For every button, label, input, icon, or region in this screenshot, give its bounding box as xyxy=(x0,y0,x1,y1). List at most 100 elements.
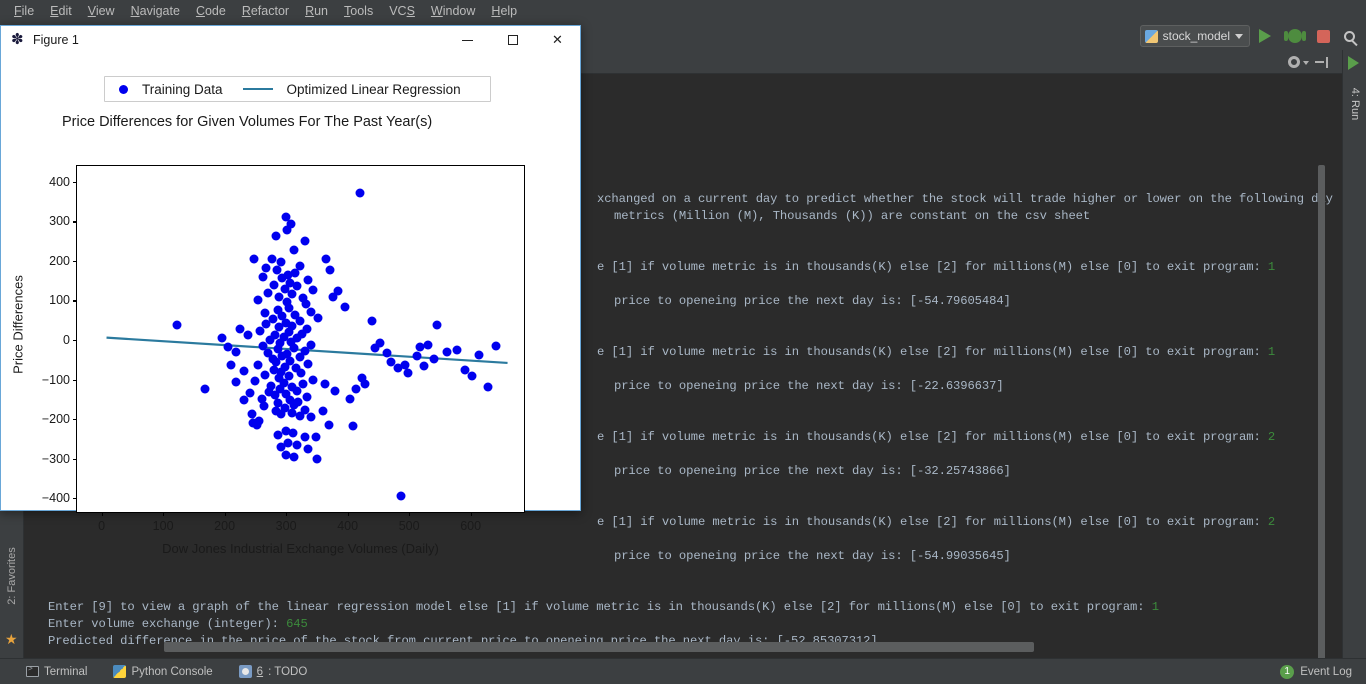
console-line: xchanged on a current day to predict whe… xyxy=(597,192,1333,206)
chart-y-tick-mark xyxy=(73,340,77,342)
chart-data-point xyxy=(351,384,361,394)
chart-data-point xyxy=(231,377,241,387)
menu-item-edit[interactable]: Edit xyxy=(42,1,80,21)
menu-item-navigate[interactable]: Navigate xyxy=(123,1,188,21)
debug-button[interactable] xyxy=(1284,27,1306,45)
chart-data-point xyxy=(312,454,322,464)
chart-x-tick-label: 400 xyxy=(337,519,359,533)
star-icon[interactable]: ★ xyxy=(5,632,19,646)
regression-line-layer xyxy=(106,336,508,365)
chart-data-point xyxy=(321,254,331,264)
console-line: price to openeing price the next day is:… xyxy=(614,464,1011,478)
chart-data-point xyxy=(226,360,236,370)
chevron-down-icon[interactable] xyxy=(1303,61,1309,65)
chart-x-tick-label: 100 xyxy=(152,519,174,533)
statusbar-python-console-label: Python Console xyxy=(131,665,213,678)
legend-label-regression: Optimized Linear Regression xyxy=(286,81,461,97)
gear-icon[interactable] xyxy=(1288,56,1300,68)
play-icon xyxy=(1348,56,1359,70)
window-controls: ✕ xyxy=(445,26,580,54)
console-vertical-scrollbar-track[interactable] xyxy=(1318,105,1334,684)
play-icon xyxy=(1259,29,1271,43)
chart-data-point xyxy=(333,286,343,296)
statusbar-todo[interactable]: 6: TODO xyxy=(238,665,307,678)
chart-data-point xyxy=(308,285,318,295)
status-bar: Terminal Python Console 6: TODO 1 Event … xyxy=(0,658,1366,684)
maximize-button[interactable] xyxy=(490,26,535,54)
chart-data-point xyxy=(249,254,259,264)
console-vertical-scrollbar-thumb[interactable] xyxy=(1318,165,1325,684)
chevron-down-icon xyxy=(1235,33,1243,39)
chart-data-point xyxy=(491,341,501,351)
chart-data-point xyxy=(375,338,385,348)
chart-data-point xyxy=(269,280,279,290)
chart-data-point xyxy=(253,295,263,305)
chart-data-point xyxy=(325,265,335,275)
run-configuration-selector[interactable]: stock_model xyxy=(1139,25,1250,47)
chart-y-tick-label: −100 xyxy=(41,372,70,387)
chart-x-tick-mark xyxy=(286,512,288,516)
search-everywhere-button[interactable] xyxy=(1340,27,1358,45)
chart-data-point xyxy=(296,368,306,378)
chart-data-point xyxy=(288,428,298,438)
figure-title-bar[interactable]: ✽ Figure 1 ✕ xyxy=(1,26,580,54)
chart-data-point xyxy=(311,432,321,442)
legend-marker-training-data xyxy=(119,84,128,94)
menu-item-code[interactable]: Code xyxy=(188,1,234,21)
menu-item-file[interactable]: File xyxy=(6,1,42,21)
chart-data-point xyxy=(243,330,253,340)
chart-data-point xyxy=(467,371,477,381)
chart-data-point xyxy=(355,188,365,198)
chart-data-point xyxy=(250,376,260,386)
figure-canvas: Training Data Optimized Linear Regressio… xyxy=(1,54,580,556)
menu-item-vcs[interactable]: VCS xyxy=(381,1,423,21)
chart-x-tick-mark xyxy=(163,512,165,516)
chart-data-point xyxy=(295,411,305,421)
console-horizontal-scrollbar-thumb[interactable] xyxy=(164,642,1034,652)
chart-y-tick-label: −200 xyxy=(41,412,70,427)
chart-y-tick-mark xyxy=(73,458,77,460)
chart-y-tick-label: 100 xyxy=(49,293,70,308)
statusbar-event-log[interactable]: 1 Event Log xyxy=(1280,664,1352,679)
stop-button[interactable] xyxy=(1314,27,1332,45)
statusbar-terminal[interactable]: Terminal xyxy=(26,665,87,678)
menu-item-view[interactable]: View xyxy=(80,1,123,21)
menu-item-window[interactable]: Window xyxy=(423,1,483,21)
chart-data-point xyxy=(259,401,269,411)
chart-data-point xyxy=(271,231,281,241)
matplotlib-icon: ✽ xyxy=(11,31,24,48)
chart-data-point xyxy=(292,440,302,450)
chart-x-tick-label: 200 xyxy=(214,519,236,533)
soft-wrap-icon[interactable] xyxy=(1315,57,1328,68)
favorites-tab[interactable]: 2: Favorites xyxy=(6,540,18,612)
run-tool-tab[interactable]: 4: Run xyxy=(1349,78,1361,130)
chart-data-point xyxy=(403,368,413,378)
run-button[interactable] xyxy=(1256,27,1274,45)
chart-data-point xyxy=(254,416,264,426)
chart-data-point xyxy=(253,360,263,370)
todo-icon xyxy=(238,665,252,678)
chart-x-axis-label: Dow Jones Industrial Exchange Volumes (D… xyxy=(162,541,439,556)
terminal-icon xyxy=(26,665,39,677)
menu-item-run[interactable]: Run xyxy=(297,1,336,21)
chart-data-point xyxy=(265,335,275,345)
chart-x-tick-mark xyxy=(470,512,472,516)
chart-data-point xyxy=(282,225,292,235)
menu-item-refactor[interactable]: Refactor xyxy=(234,1,297,21)
statusbar-python-console[interactable]: Python Console xyxy=(113,665,213,678)
close-button[interactable]: ✕ xyxy=(535,26,580,54)
console-user-input: 2 xyxy=(1267,515,1276,529)
chart-data-point xyxy=(474,350,484,360)
chart-y-tick-label: 300 xyxy=(49,214,70,229)
chart-x-tick-mark xyxy=(409,512,411,516)
menu-item-tools[interactable]: Tools xyxy=(336,1,381,21)
minimize-button[interactable] xyxy=(445,26,490,54)
ide-window: File Edit View Navigate Code Refactor Ru… xyxy=(0,0,1366,684)
console-user-input: 1 xyxy=(1267,345,1276,359)
chart-data-point xyxy=(452,345,462,355)
menu-item-help[interactable]: Help xyxy=(483,1,525,21)
console-line: price to openeing price the next day is:… xyxy=(614,549,1011,563)
chart-data-point xyxy=(200,384,210,394)
chart-data-point xyxy=(247,409,257,419)
figure-window[interactable]: ✽ Figure 1 ✕ Training Data Optimized Lin… xyxy=(0,25,581,556)
